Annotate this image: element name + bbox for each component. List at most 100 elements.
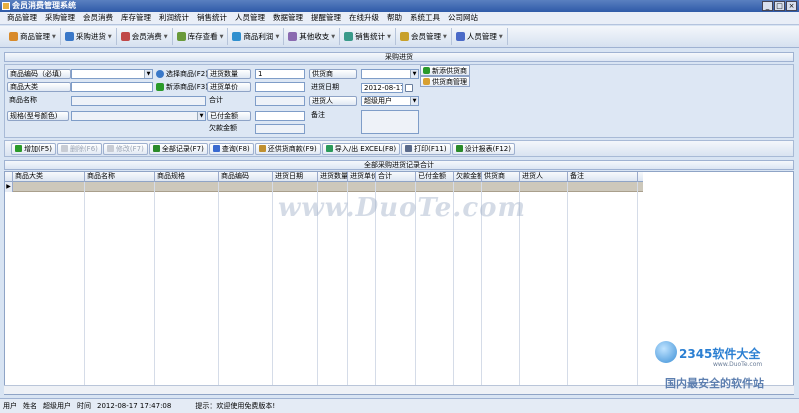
supplier-management-button[interactable]: 供货商管理 (420, 76, 470, 87)
column-header[interactable]: 商品名称 (85, 172, 155, 182)
column-header[interactable]: 进货人 (520, 172, 568, 182)
toolbar-button[interactable]: 会员管理 ▼ (396, 28, 452, 45)
column-header[interactable]: 已付金额 (416, 172, 454, 182)
column-header[interactable]: 商品编码 (219, 172, 273, 182)
column-header[interactable]: 合计 (376, 172, 416, 182)
column-divider (272, 182, 273, 394)
add-supplier-button[interactable]: 新添供货商 (420, 65, 470, 76)
chevron-down-icon[interactable]: ▼ (387, 34, 391, 40)
action-icon (60, 145, 68, 152)
action-button[interactable]: 修改(F7) (102, 142, 148, 155)
toolbar-button[interactable]: 销售统计 ▼ (340, 28, 397, 45)
unit-price-input[interactable] (255, 82, 305, 92)
column-header[interactable]: 进货数量 (318, 172, 348, 182)
toolbar-button[interactable]: 商品管理 ▼ (5, 28, 61, 45)
menu-item[interactable]: 采购管理 (41, 12, 79, 24)
action-button[interactable]: 增加(F5) (11, 142, 56, 155)
status-time-label: 时间 (77, 402, 91, 410)
purchaser-label: 进货人 (309, 96, 357, 106)
toolbar-icon (288, 32, 298, 41)
menu-item[interactable]: 在线升级 (345, 12, 383, 24)
product-name-input[interactable] (71, 96, 206, 106)
edit-icon (423, 78, 430, 85)
product-code-input[interactable]: ▼ (71, 69, 153, 79)
chevron-down-icon[interactable]: ▼ (164, 34, 168, 40)
chevron-down-icon[interactable]: ▼ (499, 34, 503, 40)
toolbar-label: 会员管理 (411, 32, 442, 41)
menu-item[interactable]: 销售统计 (193, 12, 231, 24)
chevron-down-icon[interactable]: ▼ (144, 70, 152, 78)
minimize-button[interactable]: _ (762, 1, 773, 11)
column-divider (567, 182, 568, 394)
column-header[interactable]: 进货日期 (273, 172, 318, 182)
toolbar-button[interactable]: 其他收支 ▼ (284, 28, 341, 45)
status-name-label: 姓名 (23, 402, 37, 410)
menu-item[interactable]: 系统工具 (406, 12, 444, 24)
menu-item[interactable]: 数据管理 (269, 12, 307, 24)
menu-item[interactable]: 人员管理 (231, 12, 269, 24)
maximize-button[interactable]: □ (774, 1, 785, 11)
status-name-value: 超级用户 (43, 402, 71, 410)
toolbar-icon (344, 32, 354, 41)
owed-label: 欠款金额 (209, 124, 237, 132)
menu-item[interactable]: 会员消费 (79, 12, 117, 24)
toolbar-icon (64, 32, 74, 41)
column-header[interactable]: 商品规格 (155, 172, 219, 182)
close-button[interactable]: × (786, 1, 797, 11)
chevron-down-icon[interactable]: ▼ (331, 34, 335, 40)
column-header[interactable]: 供货商 (482, 172, 520, 182)
chevron-down-icon[interactable]: ▼ (275, 34, 279, 40)
product-name-label: 商品名称 (9, 96, 37, 104)
column-header[interactable]: 备注 (568, 172, 638, 182)
toolbar-button[interactable]: 人员管理 ▼ (452, 28, 508, 45)
select-product-button[interactable]: 选择商品(F2) (154, 68, 210, 80)
toolbar-button[interactable]: 采购进货 ▼ (61, 28, 117, 45)
owed-input[interactable] (255, 124, 305, 134)
chevron-down-icon[interactable]: ▼ (443, 34, 447, 40)
supplier-select[interactable]: ▼ (361, 69, 419, 79)
status-user-label: 用户 (3, 402, 17, 410)
toolbar-icon (120, 32, 130, 41)
column-header[interactable]: 商品大类 (13, 172, 85, 182)
date-checkbox[interactable] (405, 84, 413, 92)
toolbar-button[interactable]: 商品利润 ▼ (228, 28, 285, 45)
form-section-title: 采购进货 (4, 52, 794, 62)
qty-input[interactable]: 1 (255, 69, 305, 79)
menu-bar: 商品管理 采购管理 会员消费 库存管理 利润统计 销售统计 人员管理 数据管理 … (0, 12, 799, 25)
table-row[interactable] (13, 182, 643, 192)
toolbar-button[interactable]: 库存查看 ▼ (173, 28, 229, 45)
chevron-down-icon[interactable]: ▼ (108, 34, 112, 40)
action-button[interactable]: 删除(F6) (56, 142, 102, 155)
paid-input[interactable] (255, 111, 305, 121)
chevron-down-icon[interactable]: ▼ (410, 97, 418, 105)
action-button[interactable]: 导入/出 EXCEL(F8) (321, 142, 401, 155)
total-input[interactable] (255, 96, 305, 106)
menu-item[interactable]: 商品管理 (3, 12, 41, 24)
column-header[interactable]: 进货单价 (348, 172, 376, 182)
menu-item[interactable]: 帮助 (383, 12, 406, 24)
action-button[interactable]: 查询(F8) (208, 142, 254, 155)
action-button[interactable]: 打印(F11) (401, 142, 451, 155)
menu-item[interactable]: 库存管理 (117, 12, 155, 24)
toolbar-label: 商品管理 (20, 32, 50, 41)
menu-item[interactable]: 公司网站 (444, 12, 482, 24)
toolbar-button[interactable]: 会员消费 ▼ (117, 28, 173, 45)
column-header[interactable]: 欠款金额 (454, 172, 482, 182)
menu-item[interactable]: 提醒管理 (307, 12, 345, 24)
action-button[interactable]: 全部记录(F7) (148, 142, 208, 155)
product-category-input[interactable] (71, 82, 153, 92)
action-button[interactable]: 设计报表(F12) (451, 142, 515, 155)
row-header-corner (5, 172, 13, 182)
row-indicator[interactable]: ▶ (5, 182, 13, 192)
chevron-down-icon[interactable]: ▼ (220, 34, 224, 40)
add-product-button[interactable]: 新添商品(F3) (154, 81, 210, 93)
purchaser-select[interactable]: 超级用户 ▼ (361, 96, 419, 106)
action-button[interactable]: 还供货商款(F9) (254, 142, 321, 155)
chevron-down-icon[interactable]: ▼ (197, 112, 205, 120)
chevron-down-icon[interactable]: ▼ (410, 70, 418, 78)
date-input[interactable]: 2012-08-17 (361, 83, 403, 93)
spec-input[interactable]: ▼ (71, 111, 206, 121)
chevron-down-icon[interactable]: ▼ (52, 34, 56, 40)
menu-item[interactable]: 利润统计 (155, 12, 193, 24)
remark-textarea[interactable] (361, 110, 419, 134)
